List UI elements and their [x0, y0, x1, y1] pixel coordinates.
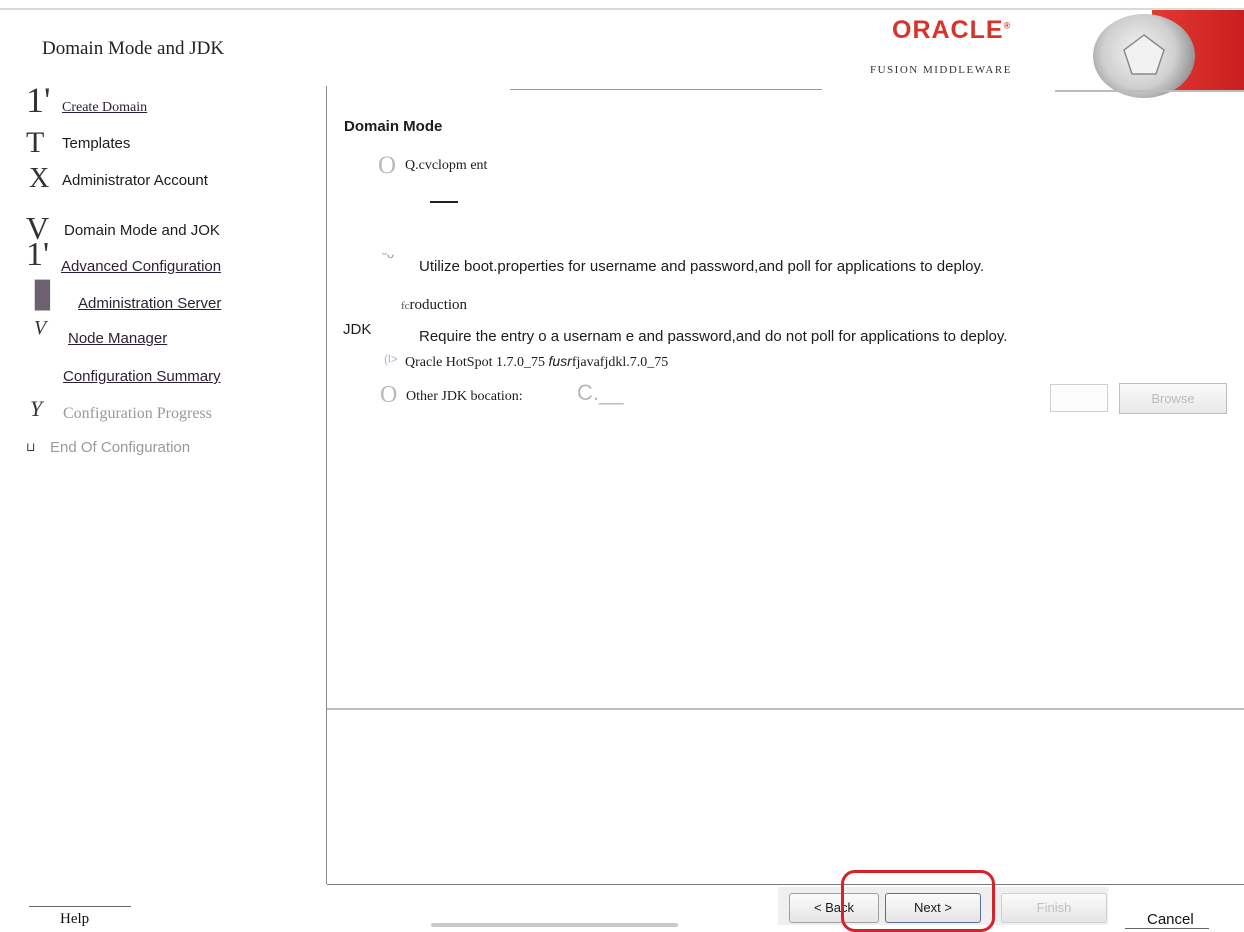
- sidebar-item-label: End Of Configuration: [50, 439, 191, 456]
- oracle-logo-mark: ®: [1003, 20, 1012, 31]
- cancel-underline: [1125, 928, 1209, 929]
- step-block-icon: ▊: [35, 281, 55, 310]
- production-radio-label[interactable]: fcroduction: [401, 297, 467, 314]
- other-jdk-radio[interactable]: O: [380, 382, 397, 409]
- sidebar-item-label: Create Domain: [62, 100, 148, 115]
- content-panel: [326, 86, 1242, 884]
- sidebar-item-label: Node Manager: [68, 330, 168, 347]
- development-radio[interactable]: O: [378, 152, 396, 180]
- current-jdk-path: fjavafjdkl.7.0_75: [571, 355, 669, 370]
- domain-mode-header: Domain Mode: [344, 118, 443, 135]
- other-jdk-path-input[interactable]: [1050, 384, 1108, 412]
- sidebar-item-label: Templates: [62, 135, 131, 152]
- top-rule: [0, 8, 1244, 10]
- help-button[interactable]: Help: [60, 911, 89, 928]
- sidebar-item-label: Administrator Account: [62, 172, 208, 189]
- sidebar-item-label: Administration Server: [78, 295, 222, 312]
- current-jdk-path-italic: fusr: [548, 353, 572, 369]
- other-jdk-path-text: C.__: [577, 380, 624, 405]
- help-underline: [29, 906, 131, 907]
- sidebar-item-label: Configuration Progress: [63, 405, 212, 422]
- step-pending-icon: V: [34, 317, 47, 339]
- development-label[interactable]: Q.cvclopm ent: [405, 158, 487, 174]
- sidebar-item-label: Domain Mode and JOK: [64, 222, 220, 239]
- oracle-logo: ORACLE®: [892, 16, 1011, 45]
- fusion-middleware-text: FUSION MIDDLEWARE: [870, 64, 1012, 76]
- browse-button[interactable]: Browse: [1119, 383, 1227, 414]
- step-done-icon: 1': [26, 236, 50, 273]
- development-description: Utilize boot.properties for username and…: [419, 258, 985, 275]
- development-underline: [430, 201, 458, 203]
- finish-button[interactable]: Finish: [1001, 893, 1107, 923]
- step-pending-icon: Y: [30, 396, 43, 421]
- production-label: roduction: [409, 297, 468, 313]
- oracle-logo-text: ORACLE: [892, 16, 1004, 44]
- step-done-icon: 1': [26, 80, 51, 120]
- next-highlight-annotation: [841, 870, 995, 932]
- step-end-icon: ⊔: [26, 440, 36, 454]
- jdk-header: JDK: [343, 321, 372, 338]
- sidebar-item-label: Advanced Configuration: [61, 258, 222, 275]
- jdk-selected-radio-icon[interactable]: (l>: [384, 352, 398, 366]
- production-label-prefix: fc: [401, 300, 410, 312]
- current-jdk-name: Qracle HotSpot 1.7.0_75: [405, 355, 549, 370]
- panel-bottom-border: [327, 884, 1244, 885]
- sidebar-item-label: Configuration Summary: [63, 368, 221, 385]
- selected-indicator-icon: ᵕᴗ: [382, 246, 395, 261]
- current-jdk-option[interactable]: Qracle HotSpot 1.7.0_75 fusrfjavafjdkl.7…: [405, 353, 668, 371]
- panel-divider: [327, 708, 1244, 710]
- page-title: Domain Mode and JDK: [42, 38, 225, 59]
- step-done-icon: X: [29, 163, 50, 194]
- production-description: Require the entry o a usernam e and pass…: [419, 328, 1008, 345]
- cancel-button[interactable]: Cancel: [1147, 911, 1194, 928]
- other-jdk-label[interactable]: Other JDK bocation:: [406, 389, 523, 405]
- step-done-icon: T: [26, 126, 45, 159]
- horizontal-scrollbar[interactable]: [431, 923, 678, 927]
